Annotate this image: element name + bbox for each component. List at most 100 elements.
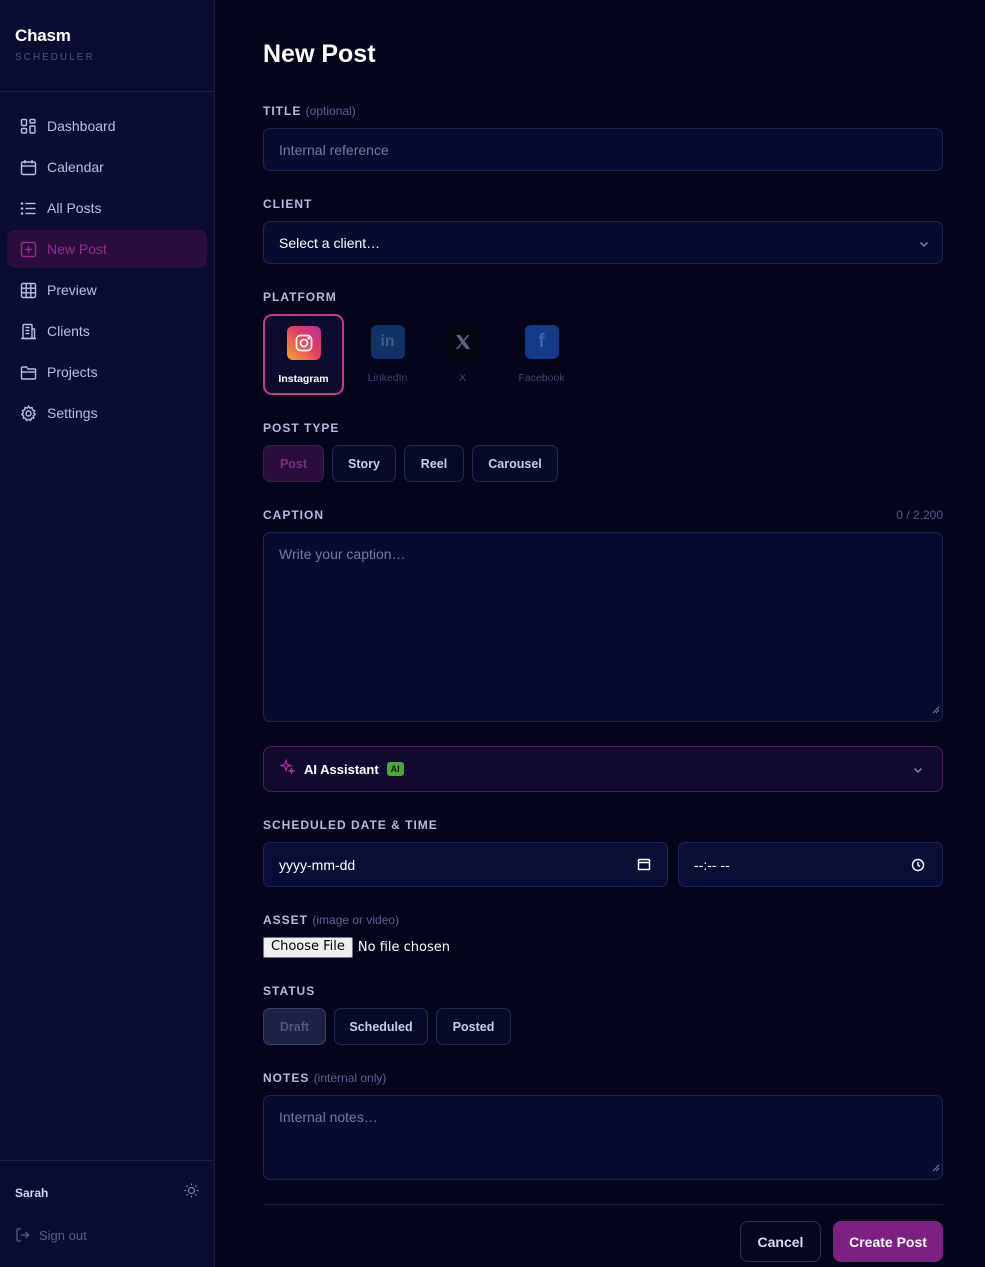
time-placeholder: --:-- -- <box>694 857 730 873</box>
resize-handle-icon[interactable] <box>932 1159 940 1177</box>
sidebar-item-clients[interactable]: Clients <box>7 312 207 350</box>
platform-selector: Instagram in LinkedIn X f Facebook <box>263 314 582 395</box>
platform-label-instagram: Instagram <box>278 373 329 385</box>
sidebar-item-label: All Posts <box>47 200 102 216</box>
sidebar-item-all-posts[interactable]: All Posts <box>7 189 207 227</box>
asset-label-text: ASSET <box>263 913 309 927</box>
brand-name: Chasm <box>15 26 71 45</box>
post-type-label: POST TYPE <box>263 421 340 435</box>
calendar-icon <box>19 158 37 176</box>
title-hint: (optional) <box>305 104 356 118</box>
status-label: STATUS <box>263 984 316 998</box>
post-type-carousel[interactable]: Carousel <box>472 445 558 482</box>
sidebar-item-dashboard[interactable]: Dashboard <box>7 107 207 145</box>
notes-label-text: NOTES <box>263 1071 310 1085</box>
asset-hint: (image or video) <box>312 913 400 927</box>
platform-x[interactable]: X <box>422 314 503 395</box>
platform-label-x: X <box>458 372 466 384</box>
title-input[interactable]: Internal reference <box>263 128 943 171</box>
sidebar-item-label: New Post <box>47 241 107 257</box>
page-title: New Post <box>263 40 376 68</box>
platform-label: PLATFORM <box>263 290 337 304</box>
status-posted[interactable]: Posted <box>436 1008 511 1045</box>
instagram-icon <box>286 326 321 360</box>
asset-label: ASSET (image or video) <box>263 913 399 927</box>
gear-icon <box>19 404 37 422</box>
choose-file-button[interactable]: Choose File <box>263 937 353 958</box>
brand: Chasm SCHEDULER <box>0 0 214 92</box>
sidebar-item-label: Projects <box>47 364 98 380</box>
status-scheduled[interactable]: Scheduled <box>334 1008 428 1045</box>
sidebar-nav: Dashboard Calendar All Posts New Post Pr… <box>0 92 214 432</box>
cancel-button[interactable]: Cancel <box>740 1221 821 1262</box>
platform-instagram[interactable]: Instagram <box>263 314 344 395</box>
ai-assistant-label: AI Assistant <box>304 761 379 777</box>
sign-out-label: Sign out <box>39 1227 87 1243</box>
ai-badge: AI <box>386 762 404 776</box>
sidebar-item-label: Dashboard <box>47 118 116 134</box>
post-type-story[interactable]: Story <box>332 445 396 482</box>
notes-hint: (internal only) <box>313 1071 387 1085</box>
notes-placeholder: Internal notes… <box>279 1109 378 1125</box>
file-status: No file chosen <box>357 940 450 955</box>
brand-subtitle: SCHEDULER <box>15 52 95 63</box>
folder-icon <box>19 363 37 381</box>
resize-handle-icon[interactable] <box>932 701 940 719</box>
post-type-post[interactable]: Post <box>263 445 324 482</box>
caption-textarea[interactable]: Write your caption… <box>263 532 943 722</box>
client-label: CLIENT <box>263 197 313 211</box>
schedule-label: SCHEDULED DATE & TIME <box>263 818 438 832</box>
date-placeholder: yyyy-mm-dd <box>279 857 356 873</box>
sidebar-item-projects[interactable]: Projects <box>7 353 207 391</box>
post-type-reel[interactable]: Reel <box>404 445 464 482</box>
platform-label-facebook: Facebook <box>518 372 565 384</box>
facebook-icon: f <box>524 325 559 359</box>
calendar-icon[interactable] <box>637 857 651 876</box>
chevron-down-icon <box>918 237 930 255</box>
caption-placeholder: Write your caption… <box>279 546 406 562</box>
platform-label-linkedin: LinkedIn <box>367 372 408 384</box>
title-placeholder: Internal reference <box>279 142 389 158</box>
building-icon <box>19 322 37 340</box>
status-draft[interactable]: Draft <box>263 1008 326 1045</box>
client-select-value: Select a client… <box>279 235 381 251</box>
plus-square-icon <box>19 240 37 258</box>
sidebar-item-label: Settings <box>47 405 98 421</box>
platform-facebook[interactable]: f Facebook <box>501 314 582 395</box>
sidebar-item-label: Clients <box>47 323 90 339</box>
list-icon <box>19 199 37 217</box>
asset-file-input: Choose File No file chosen <box>263 937 450 958</box>
sidebar-item-label: Calendar <box>47 159 104 175</box>
user-name: Sarah <box>15 1186 49 1200</box>
notes-label: NOTES (internal only) <box>263 1071 386 1085</box>
status-options: Draft Scheduled Posted <box>263 1008 519 1045</box>
caption-counter: 0 / 2,200 <box>896 508 943 522</box>
sidebar-item-calendar[interactable]: Calendar <box>7 148 207 186</box>
time-input[interactable]: --:-- -- <box>678 842 943 887</box>
sparkle-icon <box>279 758 296 779</box>
sidebar: Chasm SCHEDULER Dashboard Calendar All P… <box>0 0 215 1267</box>
title-label: TITLE (optional) <box>263 104 356 118</box>
linkedin-icon: in <box>370 325 405 359</box>
chevron-down-icon <box>912 763 924 781</box>
ai-assistant-panel[interactable]: AI Assistant AI <box>263 746 943 792</box>
caption-label: CAPTION <box>263 508 324 522</box>
clock-icon[interactable] <box>911 858 925 877</box>
notes-textarea[interactable]: Internal notes… <box>263 1095 943 1180</box>
client-select[interactable]: Select a client… <box>263 221 943 264</box>
post-type-options: Post Story Reel Carousel <box>263 445 566 482</box>
date-input[interactable]: yyyy-mm-dd <box>263 842 668 887</box>
sidebar-item-label: Preview <box>47 282 97 298</box>
sidebar-item-new-post[interactable]: New Post <box>7 230 207 268</box>
sign-out-button[interactable]: Sign out <box>15 1227 199 1243</box>
title-label-text: TITLE <box>263 104 302 118</box>
sign-out-icon <box>16 1228 30 1242</box>
platform-linkedin[interactable]: in LinkedIn <box>347 314 428 395</box>
theme-toggle-sun-icon[interactable] <box>184 1183 199 1203</box>
dashboard-icon <box>19 117 37 135</box>
grid-icon <box>19 281 37 299</box>
create-post-button[interactable]: Create Post <box>833 1221 943 1262</box>
sidebar-footer: Sarah Sign out <box>0 1160 214 1267</box>
sidebar-item-settings[interactable]: Settings <box>7 394 207 432</box>
sidebar-item-preview[interactable]: Preview <box>7 271 207 309</box>
